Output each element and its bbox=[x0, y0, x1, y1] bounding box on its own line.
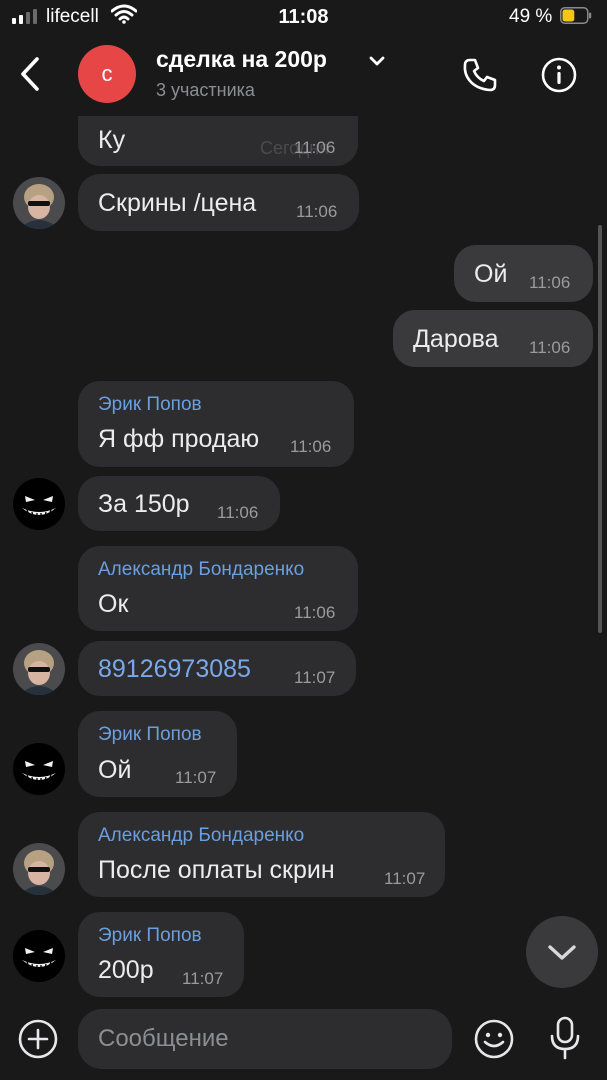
chat-avatar[interactable]: с bbox=[78, 45, 136, 103]
plus-circle-icon[interactable] bbox=[17, 1018, 59, 1060]
scrollbar[interactable] bbox=[598, 225, 602, 633]
message-text: Ой bbox=[98, 756, 132, 784]
message-time: 11:06 bbox=[294, 603, 336, 622]
message-text: За 150р bbox=[98, 490, 190, 518]
message-bubble[interactable]: Дарова 11:06 bbox=[393, 310, 593, 367]
avatar[interactable] bbox=[13, 930, 65, 982]
message-time: 11:07 bbox=[384, 869, 426, 888]
message-text: После оплаты скрин bbox=[98, 856, 335, 884]
message-time: 11:06 bbox=[290, 437, 332, 456]
chat-title[interactable]: сделка на 200р bbox=[156, 46, 327, 73]
sender-name[interactable]: Эрик Попов bbox=[98, 724, 202, 746]
chevron-down-icon[interactable] bbox=[368, 55, 386, 67]
avatar[interactable] bbox=[13, 177, 65, 229]
message-time: 11:06 bbox=[294, 138, 336, 157]
sender-name[interactable]: Эрик Попов bbox=[98, 925, 202, 947]
scroll-down-button[interactable] bbox=[526, 916, 598, 988]
message-time: 11:07 bbox=[182, 969, 224, 988]
avatar[interactable] bbox=[13, 843, 65, 895]
phone-icon[interactable] bbox=[461, 56, 499, 94]
message-time: 11:07 bbox=[175, 768, 217, 787]
message-text: Ку bbox=[98, 126, 126, 154]
avatar[interactable] bbox=[13, 743, 65, 795]
avatar[interactable] bbox=[13, 478, 65, 530]
chevron-down-icon bbox=[548, 945, 576, 960]
status-bar: lifecell 11:08 49 % bbox=[0, 0, 607, 36]
sender-name[interactable]: Эрик Попов bbox=[98, 394, 202, 416]
battery-percent: 49 % bbox=[509, 6, 553, 27]
message-input-field[interactable] bbox=[78, 1009, 452, 1069]
message-text: Дарова bbox=[413, 325, 499, 353]
sender-name[interactable]: Александр Бондаренко bbox=[98, 825, 304, 847]
message-time: 11:06 bbox=[529, 338, 571, 357]
participants-count: 3 участника bbox=[156, 80, 255, 100]
message-bubble[interactable]: Эрик Попов 200р 11:07 bbox=[78, 912, 244, 997]
back-chevron-icon[interactable] bbox=[18, 56, 42, 92]
message-bubble[interactable]: 89126973085 11:07 bbox=[78, 641, 356, 696]
message-bubble[interactable]: Ой 11:06 bbox=[454, 245, 593, 302]
info-icon[interactable] bbox=[540, 56, 578, 94]
message-text: Ок bbox=[98, 590, 129, 618]
message-time: 11:06 bbox=[529, 273, 571, 292]
message-time: 11:06 bbox=[296, 202, 338, 221]
emoji-icon[interactable] bbox=[472, 1017, 516, 1061]
message-text: 200р bbox=[98, 956, 154, 984]
phone-number-link[interactable]: 89126973085 bbox=[98, 655, 251, 684]
message-bubble[interactable]: Ку Сегодня 11:06 bbox=[78, 116, 358, 166]
message-time: 11:07 bbox=[294, 668, 336, 687]
sender-name[interactable]: Александр Бондаренко bbox=[98, 559, 304, 581]
message-text: Я фф продаю bbox=[98, 425, 260, 453]
message-bubble[interactable]: Эрик Попов Ой 11:07 bbox=[78, 711, 237, 797]
message-input[interactable] bbox=[78, 1009, 438, 1069]
message-text: Ой bbox=[474, 260, 508, 288]
message-bubble[interactable]: За 150р 11:06 bbox=[78, 476, 280, 531]
message-text: Скрины /цена bbox=[98, 189, 257, 217]
message-bubble[interactable]: Александр Бондаренко Ок 11:06 bbox=[78, 546, 358, 631]
message-time: 11:06 bbox=[217, 503, 259, 522]
message-bubble[interactable]: Александр Бондаренко После оплаты скрин … bbox=[78, 812, 445, 897]
avatar[interactable] bbox=[13, 643, 65, 695]
message-bubble[interactable]: Эрик Попов Я фф продаю 11:06 bbox=[78, 381, 354, 467]
message-bubble[interactable]: Скрины /цена 11:06 bbox=[78, 174, 359, 231]
microphone-icon[interactable] bbox=[546, 1015, 584, 1061]
battery-icon bbox=[560, 7, 592, 24]
